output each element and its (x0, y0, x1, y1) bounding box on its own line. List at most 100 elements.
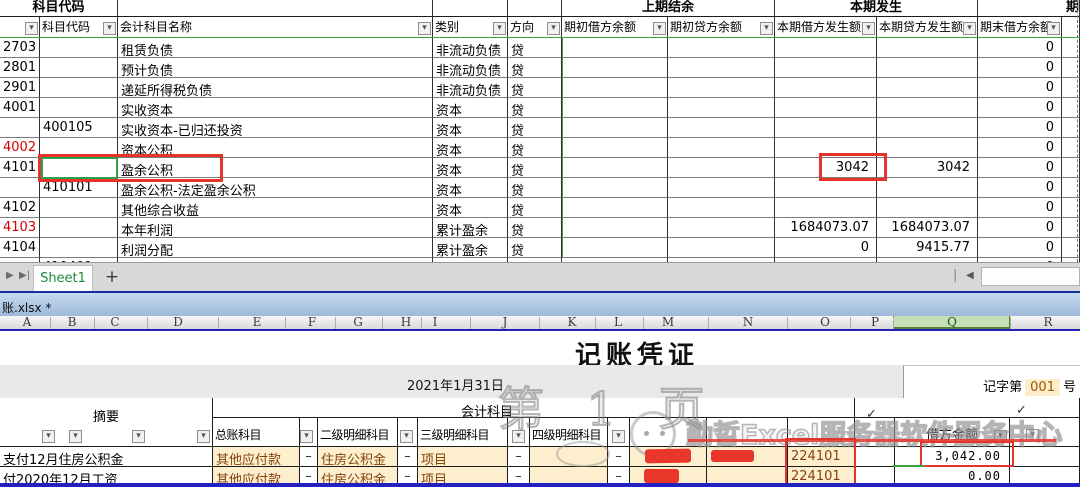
add-sheet-button[interactable]: + (101, 266, 123, 288)
table-cell[interactable] (562, 218, 668, 238)
table-cell[interactable] (562, 158, 668, 178)
filter-dropdown-icon[interactable]: ▾ (25, 22, 38, 35)
filter-dropdown-icon[interactable]: ▾ (862, 22, 875, 35)
column-letter-i[interactable]: I (433, 316, 438, 329)
header-d0[interactable]: ▾ (300, 418, 318, 447)
table-cell[interactable] (40, 198, 118, 218)
column-filter-header[interactable]: 科目代码 ▾ (40, 17, 118, 38)
table-cell[interactable]: 递延所得税负债 (118, 78, 433, 98)
table-cell[interactable] (668, 98, 775, 118)
column-filter-header[interactable]: ▾ (0, 17, 40, 38)
table-cell[interactable]: 预计负债 (118, 58, 433, 78)
column-filter-header[interactable]: 方向 ▾ (508, 17, 562, 38)
table-cell[interactable]: 资本 (433, 158, 508, 178)
table-cell[interactable]: 1684073.07 (775, 218, 877, 238)
table-cell[interactable]: 400105 (40, 118, 118, 138)
table-cell[interactable] (775, 118, 877, 138)
column-letter-q[interactable]: Q (947, 316, 957, 329)
filter-dropdown-icon[interactable]: ▾ (493, 22, 506, 35)
column-letter-b[interactable]: B (68, 316, 77, 329)
table-cell[interactable] (562, 138, 668, 158)
filter-dropdown-icon[interactable]: ▾ (760, 22, 773, 35)
header-l3[interactable]: 三级明细科目 (418, 418, 508, 447)
column-letter-m[interactable]: M (662, 316, 674, 329)
table-cell[interactable]: 4002 (0, 138, 40, 158)
scroll-left-icon[interactable]: ◀ (966, 270, 974, 281)
column-filter-header[interactable]: 期初借方余额 ▾ (562, 17, 668, 38)
table-cell[interactable]: 0 (978, 178, 1062, 198)
table-cell[interactable] (775, 58, 877, 78)
table-cell[interactable] (562, 78, 668, 98)
table-cell[interactable] (877, 118, 978, 138)
column-letter-j[interactable]: J (503, 316, 508, 329)
table-cell[interactable]: 资本 (433, 178, 508, 198)
table-cell[interactable] (562, 58, 668, 78)
column-filter-header[interactable]: 本期借方发生额 ▾ (775, 17, 877, 38)
table-cell[interactable]: 实收资本 (118, 98, 433, 118)
table-cell[interactable]: 0 (978, 238, 1062, 258)
table-cell[interactable] (877, 178, 978, 198)
table-cell[interactable] (40, 98, 118, 118)
filter-dropdown-icon[interactable]: ▾ (1047, 22, 1060, 35)
voucher-cell-l1[interactable]: 其他应付款 (213, 447, 300, 467)
header-l1[interactable]: 总账科目 (213, 418, 300, 447)
column-letter-a[interactable]: A (23, 316, 32, 329)
voucher-cell-d3[interactable]: – (608, 447, 630, 467)
column-filter-header[interactable]: 期末借方余额 ▾ (978, 17, 1062, 38)
filter-dropdown-icon[interactable]: ▾ (69, 430, 82, 443)
table-cell[interactable]: 贷 (508, 38, 562, 58)
table-cell[interactable]: 2801 (0, 58, 40, 78)
table-cell[interactable] (562, 118, 668, 138)
filter-dropdown-icon[interactable]: ▾ (132, 430, 145, 443)
table-cell[interactable]: 非流动负债 (433, 58, 508, 78)
table-cell[interactable]: 租赁负债 (118, 38, 433, 58)
voucher-cell-summary[interactable]: 支付12月住房公积金 (0, 447, 213, 467)
table-cell[interactable]: 0 (978, 118, 1062, 138)
table-cell[interactable]: 其他综合收益 (118, 198, 433, 218)
table-cell[interactable] (877, 198, 978, 218)
table-cell[interactable] (668, 238, 775, 258)
table-cell[interactable]: 实收资本-已归还投资 (118, 118, 433, 138)
table-cell[interactable]: 0 (978, 98, 1062, 118)
table-cell[interactable] (668, 118, 775, 138)
table-cell[interactable] (668, 178, 775, 198)
table-cell[interactable]: 0 (978, 218, 1062, 238)
header-l2[interactable]: 二级明细科目 (318, 418, 398, 447)
table-cell[interactable] (668, 158, 775, 178)
column-letter-p[interactable]: P (871, 316, 879, 329)
table-cell[interactable]: 0 (978, 58, 1062, 78)
table-cell[interactable] (668, 38, 775, 58)
table-cell[interactable]: 资本 (433, 98, 508, 118)
table-cell[interactable]: 资本 (433, 198, 508, 218)
table-cell[interactable] (668, 218, 775, 238)
table-cell[interactable] (877, 138, 978, 158)
doc-no-value[interactable]: 001 (1025, 379, 1060, 396)
table-cell[interactable]: 累计盈余 (433, 238, 508, 258)
column-filter-header[interactable]: 会计科目名称 ▾ (118, 17, 433, 38)
sheet-tab-sheet1[interactable]: Sheet1 (33, 265, 93, 292)
table-cell[interactable]: 贷 (508, 158, 562, 178)
filter-dropdown-icon[interactable]: ▾ (300, 430, 313, 443)
sheet-nav-next-icon[interactable]: ▶ (6, 270, 14, 281)
table-cell[interactable]: 1684073.07 (877, 218, 978, 238)
table-cell[interactable] (562, 198, 668, 218)
table-cell[interactable]: 本年利润 (118, 218, 433, 238)
table-cell[interactable]: 贷 (508, 118, 562, 138)
table-cell[interactable] (877, 78, 978, 98)
sheet-nav-last-icon[interactable]: ▶| (19, 270, 30, 281)
table-cell[interactable] (40, 38, 118, 58)
table-cell[interactable]: 资本 (433, 118, 508, 138)
filter-dropdown-icon[interactable]: ▾ (963, 22, 976, 35)
table-cell[interactable]: 0 (978, 158, 1062, 178)
table-cell[interactable] (877, 38, 978, 58)
column-letter-k[interactable]: K (568, 316, 577, 329)
table-cell[interactable] (668, 58, 775, 78)
column-letter-n[interactable]: N (743, 316, 754, 329)
table-cell[interactable]: 贷 (508, 58, 562, 78)
table-cell[interactable] (775, 98, 877, 118)
table-cell[interactable] (40, 58, 118, 78)
header-summary[interactable]: 摘要 ▾ ▾ ▾ ▾ (0, 398, 213, 447)
table-cell[interactable] (668, 198, 775, 218)
table-cell[interactable]: 贷 (508, 178, 562, 198)
filter-dropdown-icon[interactable]: ▾ (418, 22, 431, 35)
